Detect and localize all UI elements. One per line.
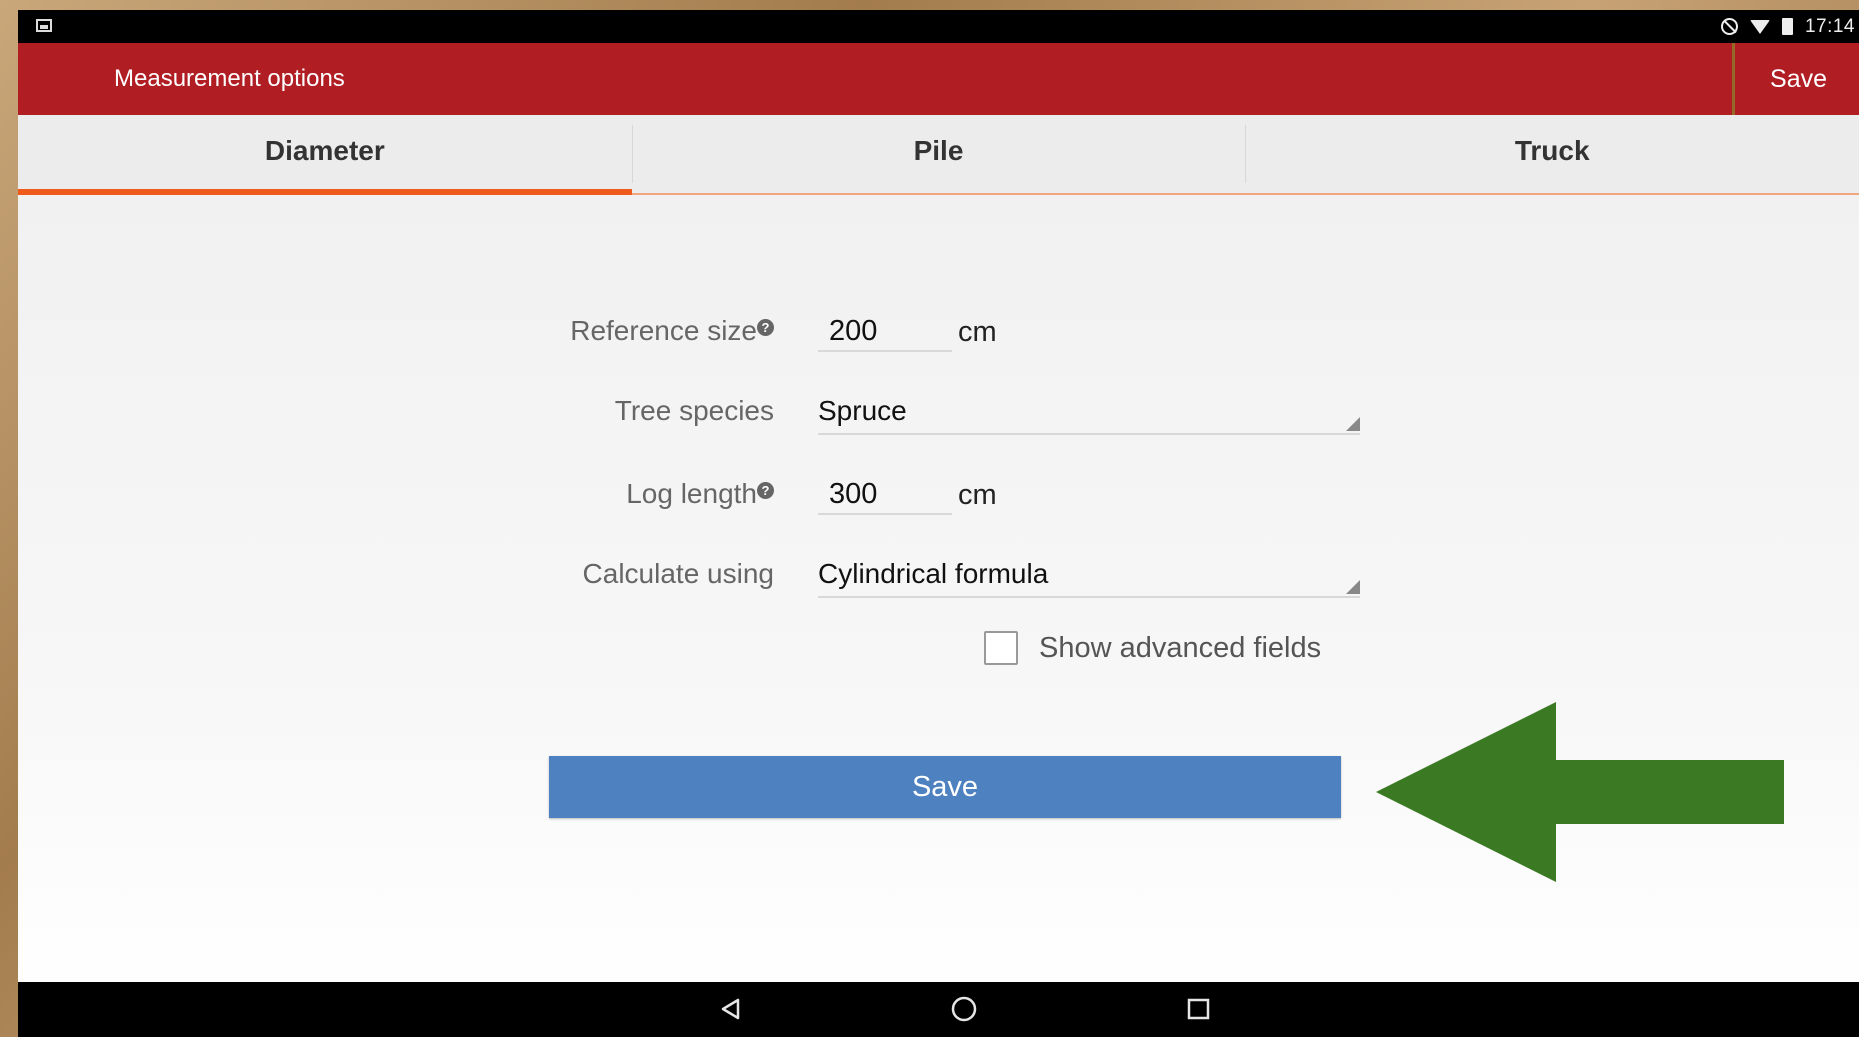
dropdown-arrow-icon [1346, 580, 1360, 594]
wifi-icon [1749, 19, 1770, 34]
device-screen: 17:14 Measurement options Save Diameter … [18, 10, 1859, 1037]
app-title: Measurement options [114, 65, 345, 92]
reference-size-input[interactable] [818, 312, 952, 352]
dropdown-arrow-icon [1346, 417, 1360, 431]
app-bar: Measurement options Save [18, 43, 1859, 115]
tree-species-value: Spruce [818, 395, 907, 426]
tab-pile[interactable]: Pile [631, 115, 1246, 193]
save-button[interactable]: Save [549, 756, 1341, 818]
status-bar: 17:14 [18, 10, 1859, 43]
help-icon[interactable]: ? [757, 319, 774, 336]
log-length-input[interactable] [818, 475, 952, 515]
show-advanced-checkbox[interactable] [984, 631, 1018, 665]
measurement-form: Reference size? cm Tree species Spruce L… [18, 195, 1859, 992]
status-time: 17:14 [1804, 15, 1855, 37]
calculate-using-label: Calculate using [582, 558, 774, 589]
tree-species-label: Tree species [614, 395, 774, 426]
app-bar-divider [1732, 43, 1735, 115]
tab-truck[interactable]: Truck [1245, 115, 1859, 193]
calculate-using-select[interactable]: Cylindrical formula [818, 554, 1360, 598]
show-advanced-label[interactable]: Show advanced fields [1039, 632, 1321, 665]
navigation-bar [18, 982, 1859, 1037]
log-length-label: Log length? [374, 478, 774, 510]
tab-diameter[interactable]: Diameter [18, 115, 632, 195]
battery-icon [1781, 18, 1793, 35]
gallery-icon [36, 19, 52, 32]
annotation-arrow-icon [1376, 702, 1784, 882]
reference-size-label: Reference size? [374, 315, 774, 347]
tab-bar: Diameter Pile Truck [18, 115, 1859, 195]
help-icon[interactable]: ? [757, 482, 774, 499]
back-icon[interactable] [701, 982, 761, 1037]
app-bar-save-button[interactable]: Save [1770, 43, 1827, 115]
recents-icon[interactable] [1169, 982, 1229, 1037]
home-icon[interactable] [934, 982, 994, 1037]
calculate-using-value: Cylindrical formula [818, 558, 1049, 589]
tree-species-select[interactable]: Spruce [818, 391, 1360, 435]
log-length-unit: cm [958, 479, 997, 511]
arrow-shape [1376, 702, 1784, 882]
status-icons: 17:14 [1720, 10, 1859, 43]
do-not-disturb-icon [1720, 18, 1738, 35]
reference-size-unit: cm [958, 316, 997, 348]
